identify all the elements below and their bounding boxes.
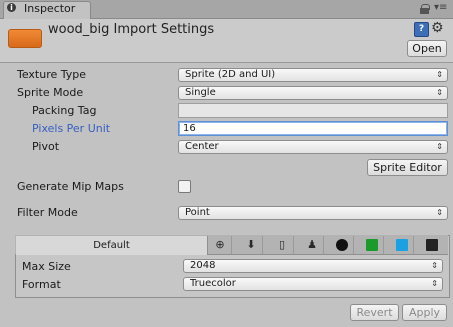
- tab-ios-platform[interactable]: ▯: [271, 236, 294, 254]
- dropdown-arrow-icon: ⇕: [436, 142, 443, 151]
- asset-thumbnail: [8, 29, 42, 48]
- phone-icon: ▯: [278, 238, 286, 251]
- format-label: Format: [22, 278, 61, 291]
- dropdown-arrow-icon: ⇕: [436, 70, 443, 79]
- packing-tag-input[interactable]: [178, 103, 448, 118]
- tab-standalone-platform[interactable]: ⬇: [240, 236, 263, 254]
- dropdown-arrow-icon: ⇕: [436, 88, 443, 97]
- gear-icon[interactable]: ⚙: [431, 20, 444, 36]
- html5-icon: [426, 239, 438, 251]
- tab-windows-store-platform[interactable]: [361, 236, 384, 254]
- tab-web-platform[interactable]: ⊕: [209, 236, 232, 254]
- sprite-editor-button[interactable]: Sprite Editor: [367, 159, 448, 176]
- sprite-mode-label: Sprite Mode: [17, 86, 84, 99]
- sprite-mode-dropdown[interactable]: Single ⇕: [178, 86, 448, 100]
- generate-mip-maps-checkbox[interactable]: [178, 180, 191, 193]
- pivot-label: Pivot: [32, 140, 60, 153]
- packing-tag-label: Packing Tag: [32, 104, 97, 117]
- filter-mode-value: Point: [185, 207, 210, 218]
- texture-type-value: Sprite (2D and UI): [185, 69, 276, 80]
- help-book-icon[interactable]: ?: [414, 22, 429, 37]
- lock-icon-body[interactable]: [420, 8, 429, 14]
- filter-mode-label: Filter Mode: [17, 206, 78, 219]
- revert-button[interactable]: Revert: [350, 304, 399, 321]
- sprite-mode-value: Single: [185, 87, 216, 98]
- open-button[interactable]: Open: [407, 40, 447, 57]
- dropdown-arrow-icon: ⇕: [431, 279, 438, 288]
- globe-icon: ⊕: [215, 238, 225, 251]
- pixels-per-unit-label: Pixels Per Unit: [32, 122, 111, 135]
- import-settings-title: wood_big Import Settings: [48, 22, 215, 37]
- tab-default-platform[interactable]: Default: [16, 236, 208, 255]
- windows-store-icon: [366, 239, 378, 251]
- tab-android-platform[interactable]: ♟: [301, 236, 324, 254]
- max-size-label: Max Size: [22, 260, 71, 273]
- generate-mip-maps-label: Generate Mip Maps: [17, 180, 124, 193]
- download-icon: ⬇: [246, 238, 256, 251]
- tab-label: Inspector: [24, 2, 76, 15]
- pivot-dropdown[interactable]: Center ⇕: [178, 140, 448, 154]
- tab-windows-phone-platform[interactable]: [391, 236, 414, 254]
- texture-type-dropdown[interactable]: Sprite (2D and UI) ⇕: [178, 68, 448, 82]
- blackberry-icon: [336, 239, 348, 251]
- tab-html5-platform[interactable]: [421, 236, 443, 254]
- apply-button[interactable]: Apply: [402, 304, 447, 321]
- pivot-value: Center: [185, 141, 219, 152]
- windows-phone-icon: [396, 239, 408, 251]
- max-size-dropdown[interactable]: 2048 ⇕: [183, 259, 443, 273]
- tab-blackberry-platform[interactable]: [331, 236, 354, 254]
- max-size-value: 2048: [190, 260, 216, 271]
- info-icon: i: [7, 3, 16, 12]
- texture-type-label: Texture Type: [17, 68, 87, 81]
- tab-menu-icon[interactable]: ▾≡: [434, 2, 447, 13]
- filter-mode-dropdown[interactable]: Point ⇕: [178, 206, 448, 220]
- dropdown-arrow-icon: ⇕: [431, 261, 438, 270]
- pixels-per-unit-input[interactable]: 16: [178, 121, 448, 136]
- dropdown-arrow-icon: ⇕: [436, 208, 443, 217]
- android-icon: ♟: [307, 238, 317, 251]
- format-value: Truecolor: [190, 278, 236, 289]
- format-dropdown[interactable]: Truecolor ⇕: [183, 277, 443, 291]
